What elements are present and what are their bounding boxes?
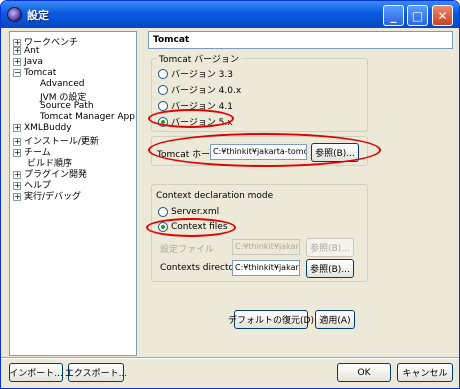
expand-icon[interactable]: +: [13, 57, 21, 66]
export-button[interactable]: エクスポート...: [65, 363, 127, 382]
radio-server-xml[interactable]: Server.xml: [158, 207, 219, 217]
tree-item-ant[interactable]: + Ant: [13, 46, 39, 56]
tomcat-home-field[interactable]: C:¥thinkit¥jakarta-tomca: [210, 144, 307, 160]
radio-icon[interactable]: [158, 84, 168, 95]
eclipse-app-icon: [7, 7, 22, 22]
tree-item-tomcat[interactable]: − Tomcat: [13, 68, 56, 78]
tree-item-xmlbuddy[interactable]: + XMLBuddy: [13, 123, 72, 133]
close-button[interactable]: ✕: [432, 5, 453, 26]
tree-item-advanced[interactable]: Advanced: [40, 79, 84, 89]
preferences-window: 設定 _ □ ✕ + ワークベンチ + Ant + Java − Tomcat Adva…: [0, 0, 460, 389]
radio-version-4-1[interactable]: バージョン 4.1: [158, 99, 233, 112]
tree-item-run-debug[interactable]: + 実行/デバッグ: [13, 189, 81, 202]
expand-icon[interactable]: +: [13, 148, 21, 157]
radio-selected-icon[interactable]: [158, 116, 168, 127]
config-file-browse-button[interactable]: 参照(B)...: [306, 238, 354, 257]
page-title: Tomcat: [148, 31, 453, 49]
radio-icon[interactable]: [158, 68, 168, 79]
title-bar[interactable]: 設定 _ □ ✕: [1, 1, 459, 28]
tomcat-settings-page: Tomcat Tomcat バージョン バージョン 3.3 バージョン 4.0.…: [146, 31, 453, 351]
preferences-tree[interactable]: + ワークベンチ + Ant + Java − Tomcat Advanced JVM …: [9, 31, 137, 356]
apply-button[interactable]: 適用(A): [315, 310, 355, 329]
ok-button[interactable]: OK: [337, 363, 391, 382]
radio-selected-icon[interactable]: [158, 222, 168, 232]
radio-version-5-x[interactable]: バージョン 5.x: [158, 115, 233, 128]
maximize-button[interactable]: □: [407, 5, 428, 26]
radio-version-4-0[interactable]: バージョン 4.0.x: [158, 83, 241, 96]
contexts-directory-label: Contexts directory: [160, 263, 244, 273]
radio-icon[interactable]: [158, 207, 168, 217]
restore-defaults-button[interactable]: デフォルトの復元(D): [228, 310, 314, 329]
config-file-label: 設定ファイル: [160, 245, 215, 255]
contexts-directory-browse-button[interactable]: 参照(B)...: [306, 259, 354, 278]
collapse-icon[interactable]: −: [13, 68, 21, 77]
config-file-field[interactable]: C:¥thinkit¥jakarta: [232, 239, 300, 255]
import-button[interactable]: インポート...: [9, 363, 63, 382]
contexts-directory-field[interactable]: C:¥thinkit¥jakarta: [232, 260, 300, 276]
radio-version-3-3[interactable]: バージョン 3.3: [158, 67, 233, 80]
radio-context-files[interactable]: Context files: [158, 222, 228, 232]
cancel-button[interactable]: キャンセル: [397, 363, 453, 382]
tomcat-home-browse-button[interactable]: 参照(B)...: [311, 143, 359, 162]
expand-icon[interactable]: +: [13, 123, 21, 132]
tree-item-java[interactable]: + Java: [13, 57, 43, 67]
expand-icon[interactable]: +: [13, 46, 21, 55]
tomcat-version-group: Tomcat バージョン バージョン 3.3 バージョン 4.0.x バージョン…: [151, 52, 368, 132]
window-title: 設定: [27, 9, 49, 22]
tree-item-tomcat-manager-app[interactable]: Tomcat Manager App: [40, 112, 135, 122]
expand-icon[interactable]: +: [13, 192, 21, 201]
context-declaration-label: Context declaration mode: [156, 191, 274, 201]
radio-icon[interactable]: [158, 100, 168, 111]
footer-separator: [1, 357, 459, 359]
minimize-button[interactable]: _: [383, 5, 404, 26]
tomcat-version-group-label: Tomcat バージョン: [157, 52, 241, 65]
tree-item-source-path[interactable]: Source Path: [40, 101, 94, 111]
